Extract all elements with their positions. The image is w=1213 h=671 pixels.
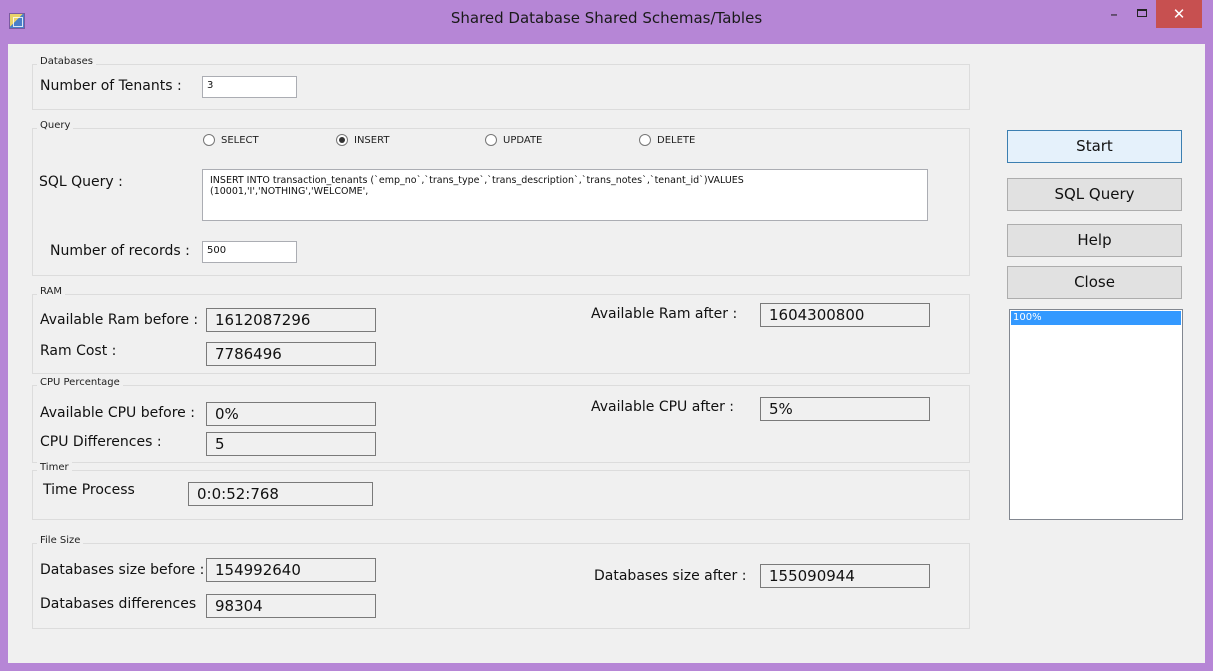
records-label: Number of records : xyxy=(50,243,190,259)
sql-query-label: SQL Query : xyxy=(39,174,123,190)
ram-group-title: RAM xyxy=(37,286,66,297)
radio-delete-label: DELETE xyxy=(657,134,696,146)
db-size-before-value: 154992640 xyxy=(206,558,376,582)
cpu-before-label: Available CPU before : xyxy=(40,405,195,421)
db-size-before-label: Databases size before : xyxy=(40,562,205,578)
maximize-button[interactable] xyxy=(1128,0,1156,28)
tenants-input[interactable]: 3 xyxy=(202,76,297,98)
db-size-after-label: Databases size after : xyxy=(594,568,747,584)
cpu-before-value: 0% xyxy=(206,402,376,426)
cpu-after-value: 5% xyxy=(760,397,930,421)
ram-cost-value: 7786496 xyxy=(206,342,376,366)
client-area: Databases Number of Tenants : 3 Query SE… xyxy=(8,44,1205,663)
app-window: Shared Database Shared Schemas/Tables – … xyxy=(0,0,1213,671)
cpu-diff-label: CPU Differences : xyxy=(40,434,162,450)
radio-insert-label: INSERT xyxy=(354,134,390,146)
radio-select-dot[interactable] xyxy=(203,134,215,146)
timer-group-title: Timer xyxy=(37,462,72,473)
cpu-after-label: Available CPU after : xyxy=(591,399,735,415)
radio-insert[interactable]: INSERT xyxy=(336,134,389,146)
db-size-after-value: 155090944 xyxy=(760,564,930,588)
filesize-group-title: File Size xyxy=(37,535,84,546)
title-bar[interactable]: Shared Database Shared Schemas/Tables – … xyxy=(0,0,1213,44)
window-title: Shared Database Shared Schemas/Tables xyxy=(450,9,763,27)
minimize-button[interactable]: – xyxy=(1100,0,1128,28)
radio-select[interactable]: SELECT xyxy=(203,134,259,146)
time-process-label: Time Process xyxy=(43,482,135,498)
window-close-button[interactable]: ✕ xyxy=(1156,0,1202,28)
radio-update-label: UPDATE xyxy=(503,134,543,146)
ram-after-value: 1604300800 xyxy=(760,303,930,327)
radio-delete[interactable]: DELETE xyxy=(639,134,695,146)
radio-update-dot[interactable] xyxy=(485,134,497,146)
databases-group-title: Databases xyxy=(37,56,96,67)
start-button[interactable]: Start xyxy=(1007,130,1182,163)
ram-before-value: 1612087296 xyxy=(206,308,376,332)
cpu-diff-value: 5 xyxy=(206,432,376,456)
list-item[interactable]: 100% xyxy=(1011,311,1181,325)
db-diff-value: 98304 xyxy=(206,594,376,618)
tenants-label: Number of Tenants : xyxy=(40,78,182,94)
sql-query-line-2: (10001,'I','NOTHING','WELCOME', xyxy=(210,186,369,197)
cpu-group: CPU Percentage Available CPU before : 0%… xyxy=(32,377,970,463)
db-diff-label: Databases differences xyxy=(40,596,197,612)
ram-group: RAM Available Ram before : 1612087296 Av… xyxy=(32,286,970,374)
sql-query-button[interactable]: SQL Query xyxy=(1007,178,1182,211)
radio-delete-dot[interactable] xyxy=(639,134,651,146)
records-input[interactable]: 500 xyxy=(202,241,297,263)
time-process-value: 0:0:52:768 xyxy=(188,482,373,506)
query-group: Query SELECT INSERT UPDATE DELETE SQL Qu… xyxy=(32,120,970,276)
radio-update[interactable]: UPDATE xyxy=(485,134,542,146)
radio-insert-dot[interactable] xyxy=(336,134,348,146)
maximize-icon xyxy=(1137,9,1147,17)
ram-after-label: Available Ram after : xyxy=(591,306,738,322)
ram-before-label: Available Ram before : xyxy=(40,312,199,328)
sql-query-line-1: INSERT INTO transaction_tenants (`emp_no… xyxy=(210,175,744,186)
close-button[interactable]: Close xyxy=(1007,266,1182,299)
timer-group: Timer Time Process 0:0:52:768 xyxy=(32,462,970,520)
progress-listbox[interactable]: 100% xyxy=(1009,309,1183,520)
radio-select-label: SELECT xyxy=(221,134,259,146)
query-group-title: Query xyxy=(37,120,74,131)
databases-group: Databases Number of Tenants : 3 xyxy=(32,56,970,110)
sql-query-textarea[interactable]: INSERT INTO transaction_tenants (`emp_no… xyxy=(202,169,928,221)
filesize-group: File Size Databases size before : 154992… xyxy=(32,535,970,629)
ram-cost-label: Ram Cost : xyxy=(40,343,117,359)
help-button[interactable]: Help xyxy=(1007,224,1182,257)
cpu-group-title: CPU Percentage xyxy=(37,377,123,388)
